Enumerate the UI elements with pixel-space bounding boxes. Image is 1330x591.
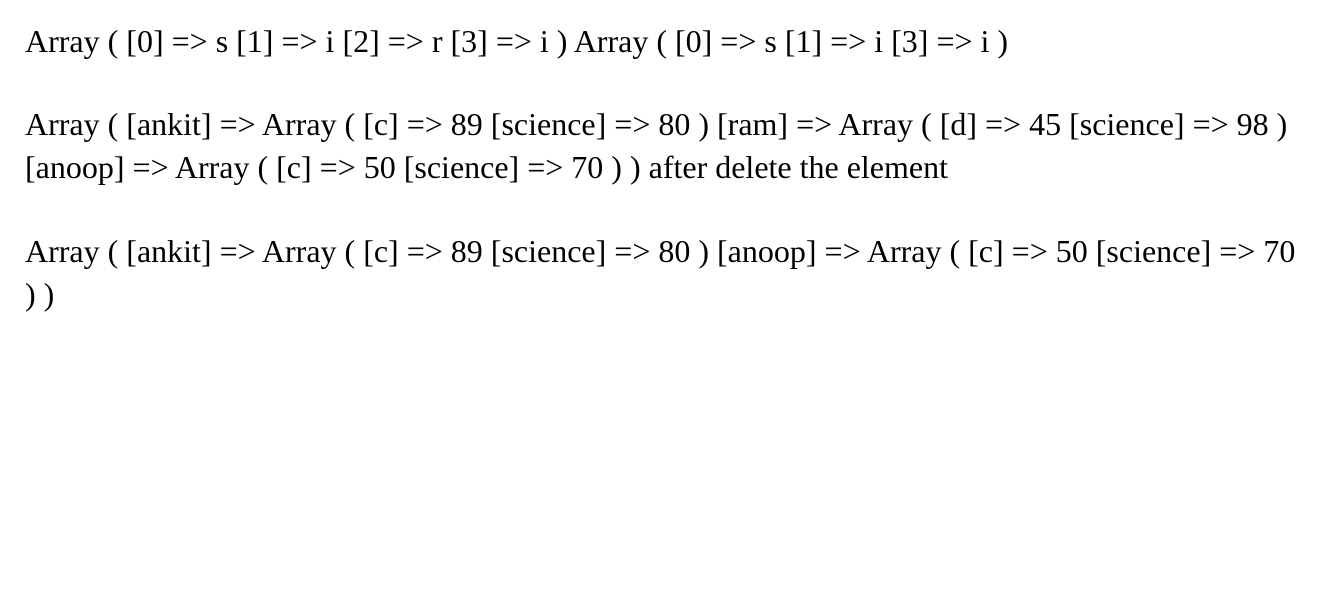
output-block-2: Array ( [ankit] => Array ( [c] => 89 [sc… [25, 103, 1305, 189]
output-block-1: Array ( [0] => s [1] => i [2] => r [3] =… [25, 20, 1305, 63]
output-block-3: Array ( [ankit] => Array ( [c] => 89 [sc… [25, 230, 1305, 316]
